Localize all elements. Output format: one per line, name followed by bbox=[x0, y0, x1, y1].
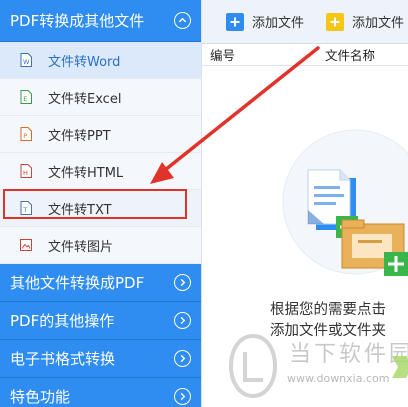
watermark-text: 当下软件园 bbox=[289, 342, 408, 367]
column-number[interactable]: 编号 bbox=[202, 45, 325, 64]
hint-line-1: 根据您的需要点击 bbox=[270, 302, 386, 318]
green-arrow-icon bbox=[392, 356, 408, 378]
add-file-button[interactable]: 添加文件 bbox=[226, 12, 304, 31]
sidebar-item-html[interactable]: H 文件转HTML bbox=[0, 153, 201, 190]
group-special-features[interactable]: 特色功能 bbox=[0, 378, 201, 407]
watermark-url: www.downxia.com bbox=[287, 372, 390, 385]
svg-text:E: E bbox=[23, 95, 27, 103]
folder-plus-icon bbox=[326, 12, 345, 31]
group-pdf-other-ops[interactable]: PDF的其他操作 bbox=[0, 302, 201, 340]
sidebar-item-label: 文件转HTML bbox=[48, 165, 124, 181]
group-pdf-to-other[interactable]: PDF转换成其他文件 bbox=[0, 0, 201, 42]
group-label: 特色功能 bbox=[10, 388, 71, 406]
file-table-header: 编号 文件名称 bbox=[202, 44, 408, 66]
watermark-logo-icon bbox=[228, 333, 278, 399]
sidebar-item-ppt[interactable]: P 文件转PPT bbox=[0, 116, 201, 153]
plus-icon bbox=[226, 12, 244, 31]
group-label: PDF的其他操作 bbox=[10, 312, 115, 330]
ppt-file-icon: P bbox=[20, 127, 32, 141]
toolbar: 添加文件 添加文件 bbox=[202, 0, 408, 44]
sidebar-item-txt[interactable]: T 文件转TXT bbox=[0, 190, 201, 227]
svg-text:H: H bbox=[23, 169, 28, 177]
sidebar-item-label: 文件转Excel bbox=[48, 91, 122, 107]
group-other-to-pdf[interactable]: 其他文件转换成PDF bbox=[0, 264, 201, 302]
group-label: PDF转换成其他文件 bbox=[10, 12, 145, 30]
group-label: 电子书格式转换 bbox=[10, 350, 116, 368]
add-file-label: 添加文件 bbox=[252, 16, 305, 31]
svg-text:P: P bbox=[23, 132, 27, 140]
svg-text:W: W bbox=[23, 58, 30, 66]
group-label: 其他文件转换成PDF bbox=[10, 274, 145, 292]
excel-file-icon: E bbox=[20, 90, 32, 104]
add-folder-button[interactable]: 添加文件 bbox=[326, 12, 404, 31]
main-panel: 添加文件 添加文件 编号 文件名称 根据您的需要点击 添加文件或文件夹 当下软件… bbox=[202, 0, 408, 407]
sidebar-item-word[interactable]: W 文件转Word bbox=[0, 42, 201, 79]
chevron-up-icon[interactable] bbox=[174, 12, 191, 29]
sidebar-item-excel[interactable]: E 文件转Excel bbox=[0, 79, 201, 116]
sidebar-item-label: 文件转PPT bbox=[48, 128, 111, 144]
sidebar: PDF转换成其他文件 W 文件转Word E 文件转Excel P 文件转PPT… bbox=[0, 0, 202, 407]
svg-text:T: T bbox=[22, 206, 27, 214]
chevron-right-icon[interactable] bbox=[174, 388, 191, 405]
watermark: 当下软件园 www.downxia.com bbox=[217, 330, 408, 407]
add-files-illustration bbox=[282, 129, 408, 276]
add-folder-label: 添加文件 bbox=[352, 16, 405, 31]
html-file-icon: H bbox=[20, 164, 32, 178]
sidebar-item-label: 文件转图片 bbox=[48, 239, 114, 255]
sidebar-item-image[interactable]: 文件转图片 bbox=[0, 227, 201, 264]
chevron-right-icon[interactable] bbox=[174, 350, 191, 367]
image-file-icon bbox=[20, 239, 32, 251]
txt-file-icon: T bbox=[20, 201, 32, 215]
chevron-right-icon[interactable] bbox=[174, 312, 191, 329]
word-file-icon: W bbox=[20, 53, 32, 67]
sidebar-item-label: 文件转Word bbox=[48, 54, 121, 70]
sidebar-item-label: 文件转TXT bbox=[48, 202, 112, 218]
column-filename[interactable]: 文件名称 bbox=[325, 45, 375, 64]
chevron-right-icon[interactable] bbox=[174, 274, 191, 291]
group-ebook-convert[interactable]: 电子书格式转换 bbox=[0, 340, 201, 378]
